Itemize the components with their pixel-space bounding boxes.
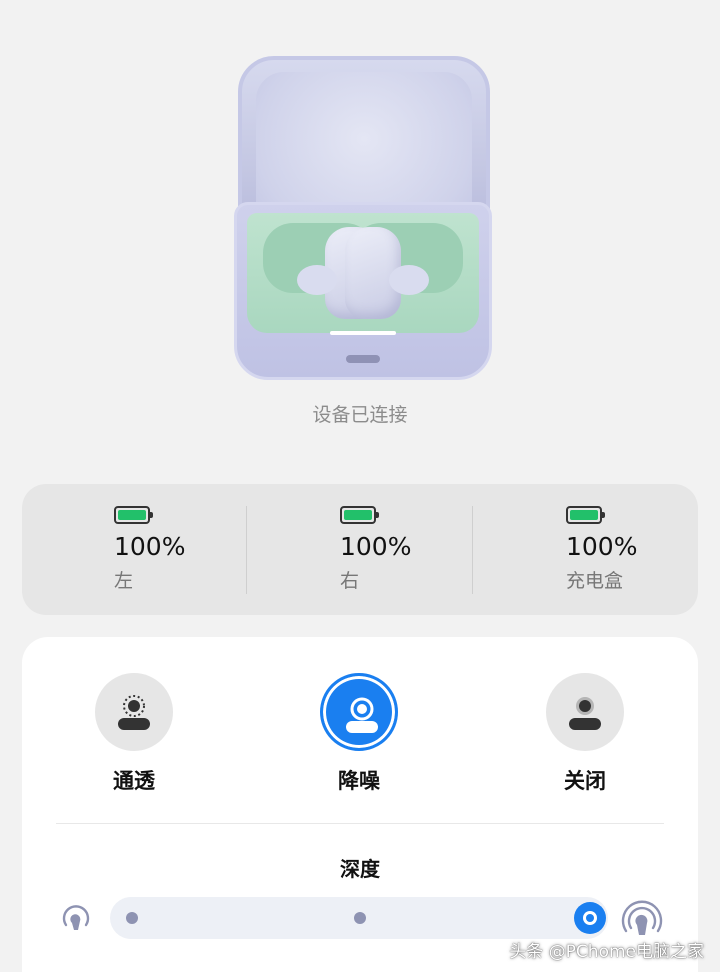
battery-card: 100% 左 100% 右 100% 充电盒 (22, 484, 698, 615)
battery-percent: 100% (340, 532, 412, 561)
depth-slider-thumb[interactable] (574, 902, 606, 934)
battery-icon (340, 506, 379, 524)
deep-depth-icon (621, 900, 663, 935)
battery-label: 充电盒 (566, 570, 624, 592)
watermark: 头条 @PChome电脑之家 (509, 942, 704, 962)
mode-label-off: 关闭 (564, 769, 606, 793)
noise-control-card: 通透 降噪 关闭 深度 (22, 637, 698, 972)
battery-label: 左 (114, 570, 134, 592)
battery-right: 100% 右 (340, 506, 540, 593)
usb-c-port (346, 355, 380, 363)
light-depth-icon (62, 905, 90, 930)
depth-level-2[interactable] (354, 912, 366, 924)
battery-icon (114, 506, 153, 524)
right-earbud (345, 227, 429, 319)
mode-label-noise-cancel: 降噪 (338, 769, 380, 793)
battery-percent: 100% (566, 532, 638, 561)
battery-left: 100% 左 (114, 506, 314, 593)
noise-cancel-icon (346, 697, 378, 733)
divider (246, 506, 247, 594)
earbuds-case-image (232, 52, 494, 382)
mode-label-transparency: 通透 (113, 769, 155, 793)
battery-label: 右 (340, 570, 360, 592)
battery-percent: 100% (114, 532, 186, 561)
depth-level-1[interactable] (126, 912, 138, 924)
depth-slider[interactable] (110, 897, 608, 939)
case-indicator-light (330, 331, 396, 335)
divider (472, 506, 473, 594)
divider (56, 823, 664, 824)
transparency-icon (118, 695, 150, 730)
noise-cancel-mode-button[interactable] (320, 673, 398, 751)
depth-title: 深度 (340, 857, 380, 881)
battery-case: 100% 充电盒 (566, 506, 720, 593)
connection-status: 设备已连接 (312, 404, 408, 426)
anc-off-mode-button[interactable] (546, 673, 624, 751)
off-icon (569, 697, 601, 730)
transparency-mode-button[interactable] (95, 673, 173, 751)
battery-icon (566, 506, 605, 524)
case-body (234, 202, 492, 380)
